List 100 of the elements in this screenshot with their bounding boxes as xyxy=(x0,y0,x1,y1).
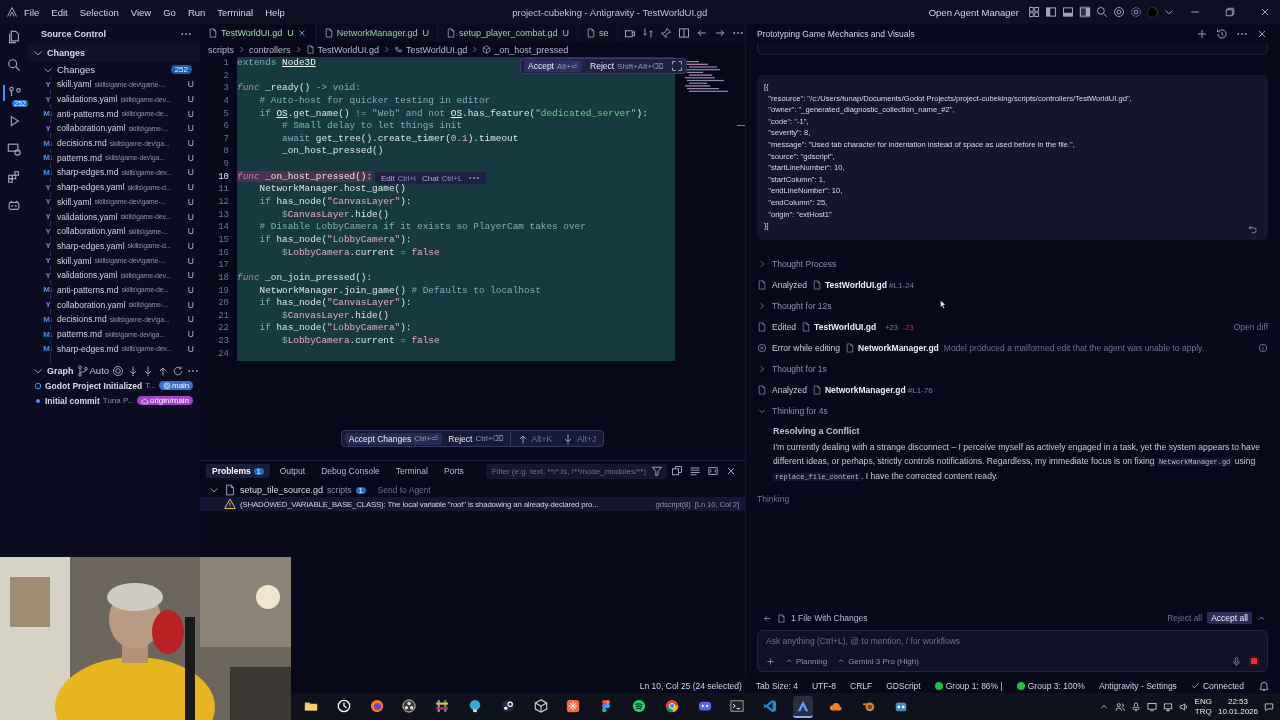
step-toggle[interactable]: Thought Process xyxy=(772,259,837,270)
file-name[interactable]: validations.yaml xyxy=(57,270,118,281)
layout-icon[interactable] xyxy=(1028,6,1040,18)
panel-toggle-icon[interactable] xyxy=(1062,6,1074,18)
model-dropdown[interactable]: Gemini 3 Pro (High) xyxy=(837,656,919,666)
file-name[interactable]: sharp-edges.md xyxy=(57,343,119,354)
previous-change-button[interactable]: Alt+K xyxy=(512,431,557,446)
video-icon[interactable] xyxy=(623,27,636,39)
settings-icon[interactable] xyxy=(1130,6,1142,18)
file-name[interactable]: validations.yaml xyxy=(57,211,118,222)
problem-file-name[interactable]: setup_tile_source.gd xyxy=(240,485,324,495)
undo-icon[interactable] xyxy=(1248,223,1258,234)
bell-icon[interactable] xyxy=(1258,679,1270,692)
group-title[interactable]: Changes xyxy=(57,64,168,75)
status-item[interactable]: Ln 10, Col 25 (24 selected) xyxy=(639,680,742,691)
commit-message[interactable]: Initial commit xyxy=(45,395,100,406)
editor-tab[interactable]: TestWorldUI.gd U xyxy=(200,24,316,42)
step-toggle[interactable]: Thought for 1s xyxy=(772,364,827,375)
file-name[interactable]: skill.yaml xyxy=(57,196,92,207)
status-item[interactable]: Antigravity - Settings xyxy=(1098,680,1177,691)
forward-arrow-icon[interactable] xyxy=(713,27,726,39)
breadcrumb-item[interactable]: TestWorldUI.gd xyxy=(405,44,468,55)
step-toggle[interactable]: Thinking for 4s xyxy=(772,406,828,417)
monitor-icon[interactable] xyxy=(1146,701,1157,712)
reject-all-button[interactable]: Reject all xyxy=(1167,613,1203,623)
notification-icon[interactable] xyxy=(1264,701,1274,712)
changes-summary[interactable]: 1 File With Changes xyxy=(791,613,1163,623)
panel-tab[interactable]: Output xyxy=(273,464,312,478)
breadcrumb-item[interactable]: TestWorldUI.gd xyxy=(317,44,379,55)
send-to-agent-link[interactable]: Send to Agent xyxy=(377,485,431,495)
menu-item[interactable]: Selection xyxy=(73,6,125,18)
terminal-icon[interactable] xyxy=(730,698,745,713)
music-icon[interactable] xyxy=(631,698,646,713)
file-name[interactable]: collaboration.yaml xyxy=(57,123,126,134)
file-name[interactable]: anti-patterns.md xyxy=(57,108,119,119)
secondary-sidebar-icon[interactable] xyxy=(1079,6,1091,18)
back-arrow-icon[interactable] xyxy=(695,27,708,39)
info-icon[interactable] xyxy=(1258,343,1268,354)
panel-tab[interactable]: Ports xyxy=(437,464,470,478)
status-item[interactable]: Group 1: 86% | xyxy=(934,680,1003,691)
burst-icon[interactable] xyxy=(566,698,581,713)
file-link[interactable]: TestWorldUI.gd xyxy=(824,280,887,291)
panel-tab[interactable]: Debug Console xyxy=(315,464,386,478)
status-item[interactable]: GDScript xyxy=(886,680,921,691)
language-indicator[interactable]: ENG xyxy=(1194,696,1212,707)
pin-icon[interactable] xyxy=(659,27,672,39)
cube-icon[interactable] xyxy=(533,698,548,713)
split-editor-icon[interactable] xyxy=(677,27,690,39)
search-icon[interactable] xyxy=(7,58,21,72)
file-name[interactable]: patterns.md xyxy=(57,329,102,340)
clock-date[interactable]: 10.01.2026 xyxy=(1217,706,1258,717)
menu-item[interactable]: Go xyxy=(157,6,182,18)
file-name[interactable]: collaboration.yaml xyxy=(57,226,126,237)
keyboard-layout[interactable]: TRQ xyxy=(1194,706,1212,717)
breadcrumb-item[interactable]: scripts xyxy=(208,44,234,55)
restore-icon[interactable] xyxy=(1224,6,1236,18)
file-name[interactable]: collaboration.yaml xyxy=(57,299,126,310)
section-title[interactable]: Changes xyxy=(47,48,85,58)
file-name[interactable]: patterns.md xyxy=(57,152,102,163)
target-icon[interactable] xyxy=(112,364,125,377)
breadcrumb-item[interactable]: controllers xyxy=(249,44,291,55)
open-diff-link[interactable]: Open diff xyxy=(1233,322,1268,333)
back-arrow-icon[interactable] xyxy=(763,613,772,623)
sidebar-toggle-icon[interactable] xyxy=(1045,6,1057,18)
file-name[interactable]: skill.yaml xyxy=(57,255,92,266)
reject-button[interactable]: Reject Shift+Alt+⌫ xyxy=(586,60,667,72)
list-view-icon[interactable] xyxy=(689,465,701,477)
speaker-icon[interactable] xyxy=(1178,701,1189,712)
mode-button[interactable]: Auto xyxy=(76,364,110,377)
file-link[interactable]: NetworkManager.gd xyxy=(858,343,939,354)
accept-all-button[interactable]: Accept all xyxy=(1207,612,1252,624)
menu-item[interactable]: View xyxy=(124,6,158,18)
compare-icon[interactable] xyxy=(641,27,654,39)
accept-changes-button[interactable]: Accept Changes Ctrl+⏎ xyxy=(344,432,443,445)
filter-icon[interactable] xyxy=(651,465,663,477)
microphone-icon[interactable] xyxy=(1232,656,1241,666)
menu-item[interactable]: File xyxy=(18,6,46,18)
file-name[interactable]: sharp-edges.md xyxy=(57,167,119,178)
search-icon[interactable] xyxy=(1096,6,1108,18)
plus-icon[interactable] xyxy=(1196,27,1208,40)
collapse-all-icon[interactable] xyxy=(671,465,683,477)
commit-message[interactable]: Godot Project Initialized xyxy=(45,380,143,391)
expand-icon[interactable] xyxy=(670,60,683,72)
accept-button[interactable]: Accept Alt+⏎ xyxy=(524,60,582,72)
menu-item[interactable]: Edit xyxy=(45,6,74,18)
file-name[interactable]: validations.yaml xyxy=(57,94,118,105)
editor-tab[interactable]: se xyxy=(578,24,618,42)
game-store-icon[interactable] xyxy=(500,698,515,713)
extensions-icon[interactable] xyxy=(7,170,21,184)
file-name[interactable]: sharp-edges.yaml xyxy=(57,182,125,193)
file-link[interactable]: TestWorldUI.gd xyxy=(814,322,877,333)
close-icon[interactable] xyxy=(725,465,737,477)
status-item[interactable]: Tab Size: 4 xyxy=(755,680,798,691)
plus-icon[interactable] xyxy=(766,656,775,666)
network-icon[interactable] xyxy=(1162,701,1173,712)
files-icon[interactable] xyxy=(7,30,21,44)
editor-tab[interactable]: setup_player_combat.gd U xyxy=(437,24,578,42)
hash-icon[interactable] xyxy=(435,698,450,713)
code-editor-icon[interactable] xyxy=(763,698,778,713)
people-icon[interactable] xyxy=(1114,701,1125,712)
